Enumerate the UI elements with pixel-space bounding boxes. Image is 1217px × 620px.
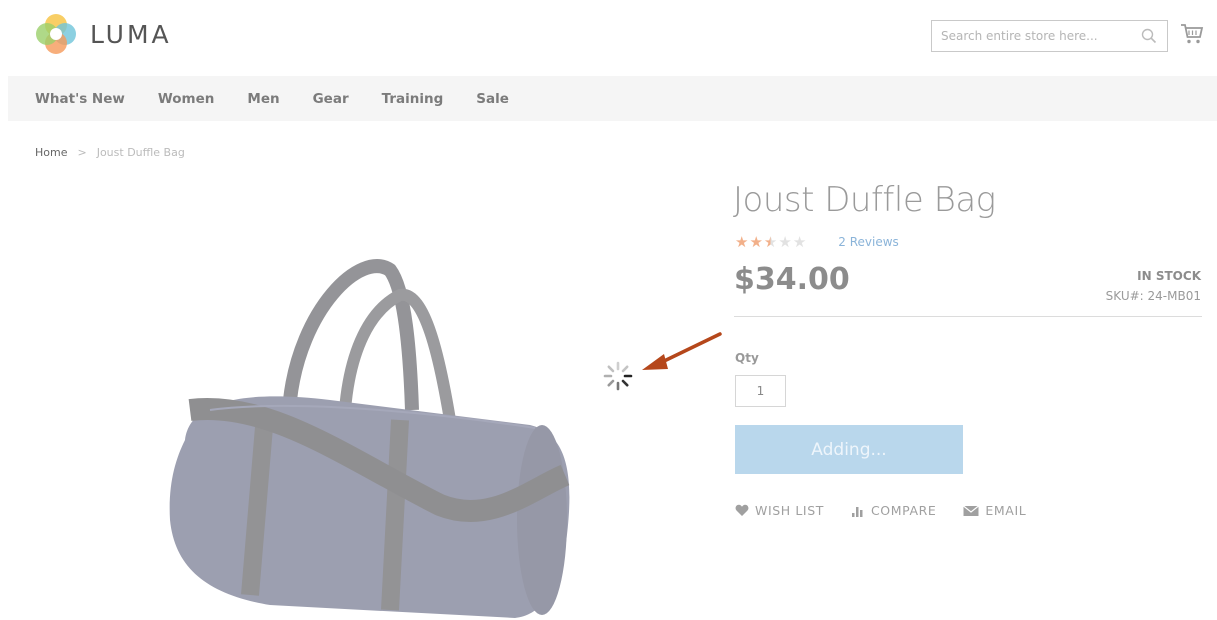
- heart-icon: [735, 504, 749, 516]
- envelope-icon: [963, 505, 980, 516]
- search-input[interactable]: [932, 21, 1132, 51]
- qty-label: Qty: [735, 351, 759, 365]
- compare-label: COMPARE: [870, 503, 937, 518]
- product-price: $34.00: [734, 262, 850, 297]
- nav-item-gear[interactable]: Gear: [313, 91, 349, 107]
- nav-item-men[interactable]: Men: [247, 91, 279, 107]
- search-icon[interactable]: [1141, 28, 1157, 44]
- email-action[interactable]: EMAIL: [963, 503, 1026, 518]
- email-label: EMAIL: [985, 503, 1027, 518]
- divider: [734, 316, 1202, 317]
- add-to-cart-button[interactable]: Adding...: [735, 425, 963, 474]
- nav-item-women[interactable]: Women: [158, 91, 215, 107]
- nav-item-sale[interactable]: Sale: [476, 91, 509, 107]
- product-image[interactable]: [150, 250, 580, 620]
- logo-text: LUMA: [90, 19, 172, 49]
- half-star-icon: ★: [763, 234, 778, 251]
- breadcrumb: Home > Joust Duffle Bag: [35, 146, 185, 159]
- breadcrumb-home-link[interactable]: Home: [35, 146, 67, 159]
- compare-bars-icon: [851, 507, 863, 517]
- store-logo[interactable]: LUMA: [34, 12, 172, 56]
- product-actions: WISH LIST COMPARE EMAIL: [735, 503, 1053, 518]
- nav-item-training[interactable]: Training: [382, 91, 444, 107]
- compare-action[interactable]: COMPARE: [851, 503, 936, 518]
- wishlist-label: WISH LIST: [755, 503, 824, 518]
- luma-logo-icon: [34, 12, 78, 56]
- sku-value: 24-MB01: [1147, 289, 1201, 303]
- star-icon: ★: [749, 234, 763, 251]
- product-sku: SKU#: 24-MB01: [1106, 289, 1201, 303]
- wishlist-action[interactable]: WISH LIST: [735, 503, 824, 518]
- nav-item-whats-new[interactable]: What's New: [35, 91, 125, 107]
- sku-label: SKU#:: [1105, 289, 1144, 303]
- star-icon: ★: [792, 234, 807, 251]
- breadcrumb-separator: >: [77, 146, 87, 159]
- product-rating: ★ ★ ★ ★ ★ 2 Reviews: [735, 233, 899, 251]
- star-icon: ★: [735, 234, 749, 251]
- qty-input[interactable]: 1: [735, 375, 786, 407]
- annotation-arrow: [638, 330, 723, 375]
- main-navigation: What's New Women Men Gear Training Sale: [8, 76, 1217, 121]
- reviews-link[interactable]: 2 Reviews: [838, 235, 899, 249]
- page-header: LUMA: [0, 0, 1217, 76]
- star-icon: ★: [778, 234, 792, 251]
- stock-status: IN STOCK: [1137, 269, 1201, 283]
- cart-icon[interactable]: [1180, 22, 1204, 46]
- product-title: Joust Duffle Bag: [733, 180, 996, 220]
- search-box[interactable]: [931, 20, 1168, 52]
- rating-stars: ★ ★ ★ ★ ★: [735, 233, 806, 251]
- breadcrumb-current: Joust Duffle Bag: [96, 146, 185, 159]
- loading-spinner-icon: [602, 360, 634, 392]
